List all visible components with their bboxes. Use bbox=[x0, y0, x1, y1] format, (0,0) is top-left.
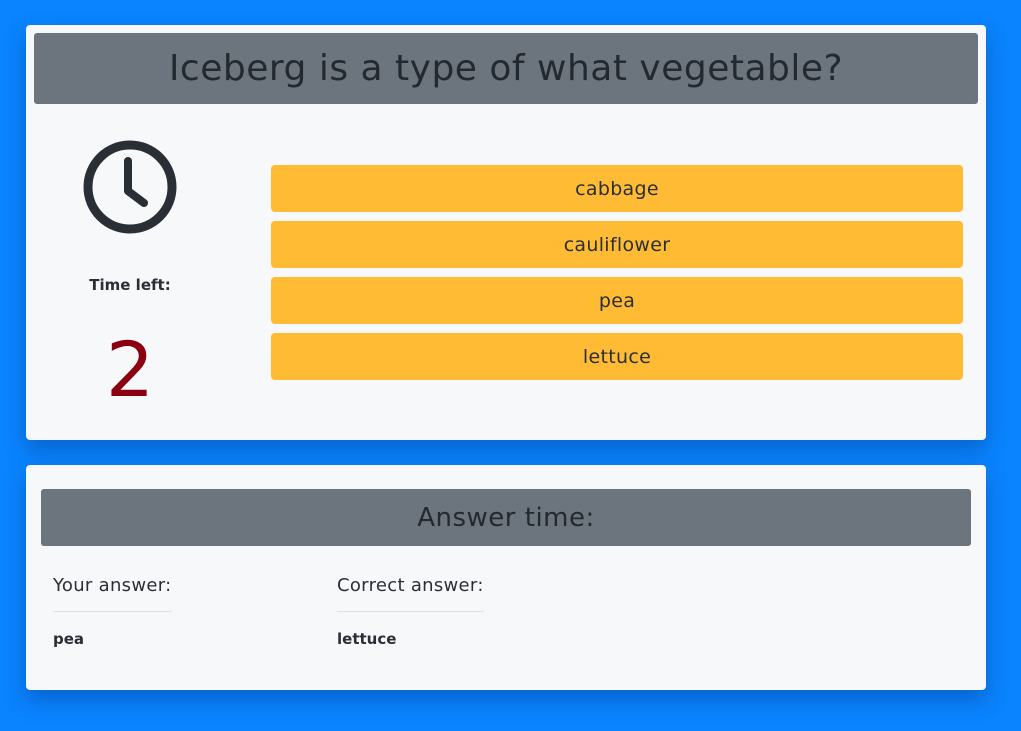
answer-button-cabbage[interactable]: cabbage bbox=[271, 165, 963, 212]
answer-button-cauliflower[interactable]: cauliflower bbox=[271, 221, 963, 268]
your-answer-label: Your answer: bbox=[53, 575, 172, 612]
clock-icon bbox=[83, 140, 177, 234]
answer-button-pea[interactable]: pea bbox=[271, 277, 963, 324]
answer-button-lettuce[interactable]: lettuce bbox=[271, 333, 963, 380]
answer-list: cabbage cauliflower pea lettuce bbox=[271, 165, 963, 389]
result-card: Answer time: Your answer: pea Correct an… bbox=[26, 465, 986, 690]
question-title: Iceberg is a type of what vegetable? bbox=[34, 33, 978, 104]
time-left-label: Time left: bbox=[89, 276, 171, 294]
your-answer-value: pea bbox=[53, 630, 85, 648]
time-left-value: 2 bbox=[105, 325, 155, 414]
question-card: Iceberg is a type of what vegetable? Tim… bbox=[26, 25, 986, 440]
result-header: Answer time: bbox=[41, 489, 971, 546]
correct-answer-value: lettuce bbox=[337, 630, 397, 648]
correct-answer-label: Correct answer: bbox=[337, 575, 484, 612]
correct-answer-section: Correct answer: lettuce bbox=[337, 575, 484, 648]
your-answer-section: Your answer: pea bbox=[53, 575, 172, 648]
timer-panel: Time left: 2 bbox=[26, 120, 234, 430]
